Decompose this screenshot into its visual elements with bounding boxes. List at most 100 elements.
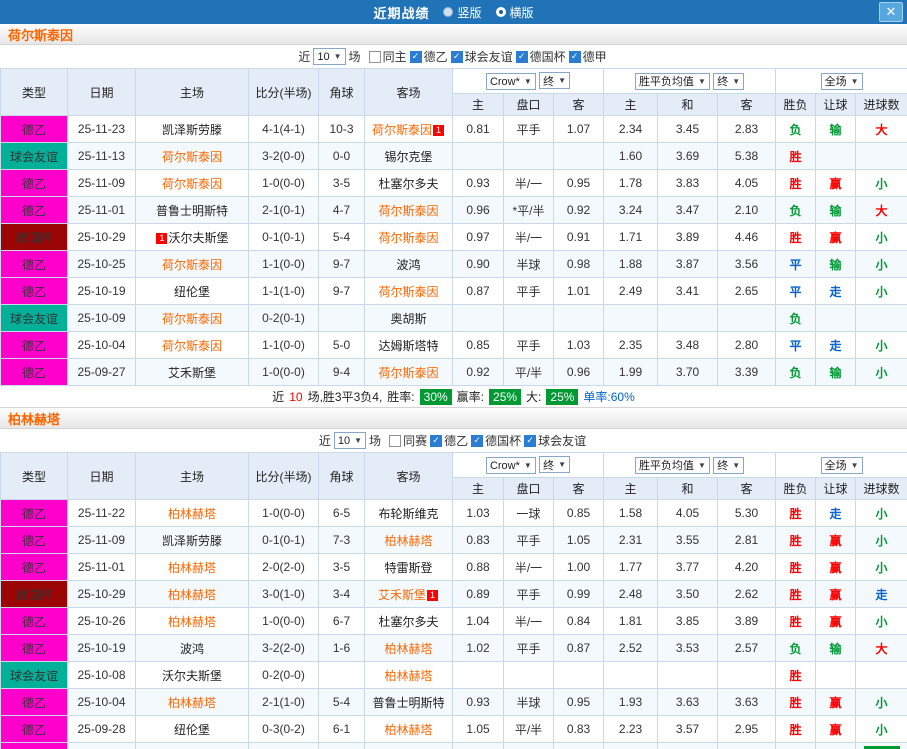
team-link[interactable]: 荷尔斯泰因	[162, 258, 222, 272]
team-link[interactable]: 柏林赫塔	[168, 696, 216, 710]
team-link[interactable]: 荷尔斯泰因	[378, 285, 438, 299]
team-link[interactable]: 柏林赫塔	[384, 723, 432, 737]
team-link[interactable]: 荷尔斯泰因	[378, 204, 438, 218]
team-name[interactable]: 柏林赫塔	[8, 409, 60, 428]
result-text: 胜	[789, 587, 802, 602]
euro-away-odds: 4.20	[717, 553, 777, 581]
team-link[interactable]: 凯泽斯劳滕	[162, 534, 222, 548]
asian-away-odds	[552, 142, 605, 170]
team-link[interactable]: 凯泽斯劳滕	[162, 123, 222, 137]
team-link[interactable]: 杜塞尔多夫	[378, 615, 438, 629]
team-link[interactable]: 荷尔斯泰因	[162, 339, 222, 353]
euro-final-select[interactable]: 终 ▼	[713, 72, 745, 90]
result-goals: 走	[855, 580, 907, 608]
asian-away-odds: 1.03	[552, 331, 605, 359]
team-link[interactable]: 柏林赫塔	[168, 507, 216, 521]
euro-away-odds: 3.63	[717, 688, 777, 716]
asian-handicap: 平手	[503, 634, 554, 662]
team-link[interactable]: 普鲁士明斯特	[372, 696, 444, 710]
result-text: 负	[789, 311, 802, 326]
team-link[interactable]: 杜塞尔多夫	[378, 177, 438, 191]
asian-final-select[interactable]: 终 ▼	[539, 72, 571, 89]
team-link[interactable]: 特雷斯登	[384, 561, 432, 575]
team-link[interactable]: 布轮斯维克	[378, 507, 438, 521]
team-link[interactable]: 波鸿	[396, 258, 420, 272]
team-link[interactable]: 沃尔夫斯堡	[162, 669, 222, 683]
col-header-away: 客场	[364, 452, 453, 500]
team-link[interactable]: 普鲁士明斯特	[156, 204, 228, 218]
result-text: 小	[875, 533, 888, 548]
team-link[interactable]: 荷尔斯泰因	[162, 150, 222, 164]
result-goals: 小	[855, 331, 907, 359]
team-link[interactable]: 波鸿	[180, 642, 204, 656]
team-link[interactable]: 奥胡斯	[390, 312, 426, 326]
away-team-cell: 荷尔斯泰因	[364, 196, 453, 224]
team-link[interactable]: 柏林赫塔	[168, 561, 216, 575]
filter-checkbox-德乙[interactable]: ✓ 德乙	[409, 48, 448, 65]
result-text: 输	[829, 122, 842, 137]
filter-checkbox-德乙[interactable]: ✓ 德乙	[430, 432, 468, 449]
team-link[interactable]: 荷尔斯泰因	[378, 231, 438, 245]
team-link[interactable]: 柏林赫塔	[384, 669, 432, 683]
match-score: 1-1(0-0)	[248, 250, 319, 278]
bookmaker-select[interactable]: Crow* ▼	[485, 457, 536, 474]
scope-select[interactable]: 全场 ▼	[820, 456, 863, 474]
euro-mean-select[interactable]: 胜平负均值 ▼	[634, 456, 710, 474]
team-link[interactable]: 柏林赫塔	[168, 615, 216, 629]
filter-checkbox-球会友谊[interactable]: ✓ 球会友谊	[450, 48, 513, 65]
home-team-cell: 凯泽斯劳滕	[135, 526, 249, 554]
team-link[interactable]: 柏林赫塔	[384, 534, 432, 548]
scope-select[interactable]: 全场 ▼	[820, 72, 863, 90]
team-link[interactable]: 荷尔斯泰因	[162, 177, 222, 191]
result-text: 胜	[789, 668, 802, 683]
team-link[interactable]: 艾禾斯堡	[168, 366, 216, 380]
euro-home-odds: 2.59	[603, 742, 659, 749]
team-link[interactable]: 荷尔斯泰因	[372, 123, 432, 137]
close-button[interactable]: ✕	[879, 2, 903, 22]
euro-home-odds	[603, 304, 659, 332]
team-link[interactable]: 柏林赫塔	[384, 642, 432, 656]
away-team-cell: 达姆斯塔特	[364, 331, 453, 359]
team-link[interactable]: 柏林赫塔	[168, 588, 216, 602]
euro-mean-select[interactable]: 胜平负均值 ▼	[634, 72, 710, 90]
team-link[interactable]: 艾禾斯堡	[378, 588, 426, 602]
layout-option-horizontal[interactable]: 横版	[495, 4, 534, 21]
filter-checkbox-球会友谊[interactable]: ✓ 球会友谊	[524, 432, 586, 449]
team-link[interactable]: 纽伦堡	[174, 723, 210, 737]
match-count-select[interactable]: 10 ▼	[333, 432, 367, 449]
result-outcome: 负	[775, 742, 817, 749]
team-link[interactable]: 荷尔斯泰因	[162, 312, 222, 326]
filter-checkbox-德甲[interactable]: ✓ 德甲	[568, 48, 607, 65]
asian-away-odds: 0.91	[552, 223, 605, 251]
filter-checkbox-德国杯[interactable]: ✓ 德国杯	[515, 48, 566, 65]
corners-score	[318, 304, 365, 332]
team-link[interactable]: 达姆斯塔特	[378, 339, 438, 353]
result-text: 赢	[829, 533, 842, 548]
asian-home-odds: 0.85	[452, 331, 504, 359]
result-outcome: 平	[775, 331, 817, 359]
euro-final-select[interactable]: 终 ▼	[713, 456, 745, 474]
team-link[interactable]: 荷尔斯泰因	[378, 366, 438, 380]
result-text: 小	[875, 506, 888, 521]
euro-home-odds: 3.24	[603, 196, 659, 224]
team-link[interactable]: 纽伦堡	[174, 285, 210, 299]
team-link[interactable]: 沃尔夫斯堡	[168, 231, 228, 245]
filter-checkbox-德国杯[interactable]: ✓ 德国杯	[471, 432, 521, 449]
asian-final-select[interactable]: 终 ▼	[539, 456, 571, 473]
asian-home-odds: 0.92	[452, 358, 504, 386]
team-name[interactable]: 荷尔斯泰因	[8, 25, 73, 44]
match-date: 25-10-09	[67, 304, 136, 332]
corners-score: 6-1	[318, 715, 365, 743]
euro-draw-odds: 3.77	[657, 553, 719, 581]
asian-final-value: 终	[543, 459, 555, 472]
match-count-select[interactable]: 10 ▼	[313, 48, 346, 65]
bookmaker-select[interactable]: Crow* ▼	[485, 73, 536, 90]
col-header-type: 类型	[0, 452, 68, 500]
result-goals: 小	[855, 526, 907, 554]
asian-handicap	[503, 304, 554, 332]
filter-checkbox-同主[interactable]: 同主	[368, 48, 407, 65]
team-link[interactable]: 锡尔克堡	[384, 150, 432, 164]
layout-option-vertical[interactable]: 竖版	[443, 4, 482, 21]
corners-score: 3-5	[318, 169, 365, 197]
filter-checkbox-同赛[interactable]: 同赛	[389, 432, 427, 449]
